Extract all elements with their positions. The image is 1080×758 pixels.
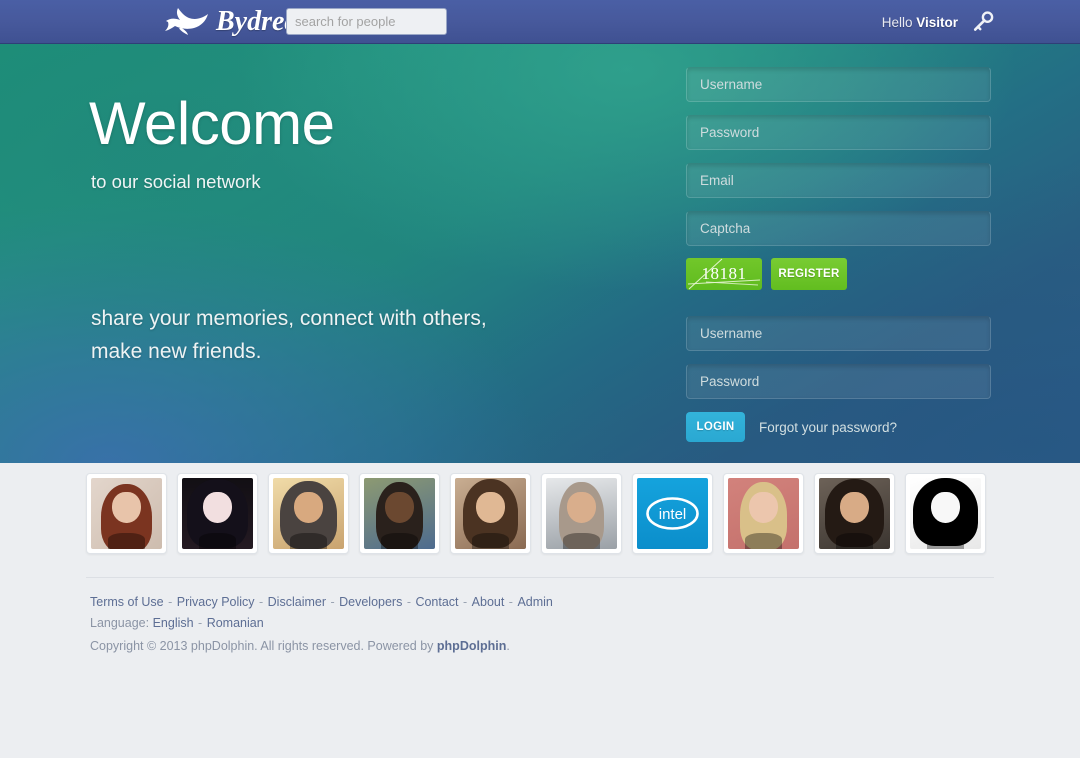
captcha-row: 18181 REGISTER <box>686 258 847 290</box>
footer-link-separator: - <box>327 595 339 609</box>
footer-link-disclaimer[interactable]: Disclaimer <box>268 595 326 609</box>
avatar-photo <box>273 478 344 549</box>
lower-container: intel Terms of Use - Privacy Policy - Di… <box>86 463 994 657</box>
footer-link-separator: - <box>505 595 517 609</box>
language-row: Language: English - Romanian <box>90 613 994 634</box>
avatar-3[interactable] <box>268 473 349 554</box>
powered-by-link[interactable]: phpDolphin <box>437 639 506 653</box>
page-title: Welcome <box>89 90 335 157</box>
register-captcha-input[interactable] <box>686 211 991 246</box>
avatar-7[interactable]: intel <box>632 473 713 554</box>
header-container: Bydread Hello Visitor <box>86 0 994 44</box>
footer-link-separator: - <box>403 595 415 609</box>
language-list: English - Romanian <box>153 616 264 630</box>
svg-text:intel: intel <box>659 506 687 523</box>
registration-form <box>686 67 991 259</box>
login-username-input[interactable] <box>686 316 991 351</box>
tagline-line-1: share your memories, connect with others… <box>91 307 487 330</box>
footer-link-privacy-policy[interactable]: Privacy Policy <box>177 595 255 609</box>
login-actions-row: LOGIN Forgot your password? <box>686 412 991 442</box>
footer-link-contact[interactable]: Contact <box>415 595 458 609</box>
register-button[interactable]: REGISTER <box>771 258 847 290</box>
avatar-photo <box>364 478 435 549</box>
avatar-photo <box>546 478 617 549</box>
login-password-input[interactable] <box>686 364 991 399</box>
avatar-9[interactable] <box>814 473 895 554</box>
copyright-period: . <box>506 639 510 653</box>
avatar-4[interactable] <box>359 473 440 554</box>
avatar-10[interactable] <box>905 473 986 554</box>
language-label: Language: <box>90 616 150 630</box>
top-header-bar: Bydread Hello Visitor <box>0 0 1080 44</box>
intel-logo-icon: intel <box>646 497 699 530</box>
avatar-6[interactable] <box>541 473 622 554</box>
register-email-input[interactable] <box>686 163 991 198</box>
register-password-input[interactable] <box>686 115 991 150</box>
language-option-romanian[interactable]: Romanian <box>207 616 264 630</box>
tagline-line-2: make new friends. <box>91 340 262 363</box>
greeting-text: Hello Visitor <box>882 15 958 30</box>
avatar-photo <box>455 478 526 549</box>
footer-link-separator: - <box>164 595 176 609</box>
avatar-photo <box>728 478 799 549</box>
footer-link-terms-of-use[interactable]: Terms of Use <box>90 595 164 609</box>
key-icon[interactable] <box>972 11 994 33</box>
member-avatars-row: intel <box>86 463 994 554</box>
language-option-english[interactable]: English <box>153 616 194 630</box>
avatar-5[interactable] <box>450 473 531 554</box>
avatar-2[interactable] <box>177 473 258 554</box>
captcha-image[interactable]: 18181 <box>686 258 762 290</box>
footer-link-separator: - <box>459 595 471 609</box>
avatar-photo: intel <box>637 478 708 549</box>
footer: Terms of Use - Privacy Policy - Disclaim… <box>86 578 994 657</box>
footer-link-separator: - <box>255 595 267 609</box>
avatar-1[interactable] <box>86 473 167 554</box>
footer-links-row: Terms of Use - Privacy Policy - Disclaim… <box>90 592 994 613</box>
avatar-8[interactable] <box>723 473 804 554</box>
hero-container: Welcome to our social network share your… <box>86 44 994 463</box>
forgot-password-link[interactable]: Forgot your password? <box>759 420 897 435</box>
avatar-photo <box>910 478 981 549</box>
language-separator: - <box>194 616 206 630</box>
copyright-row: Copyright © 2013 phpDolphin. All rights … <box>90 634 994 657</box>
greeting-username: Visitor <box>916 14 958 30</box>
avatar-photo <box>819 478 890 549</box>
footer-link-admin[interactable]: Admin <box>517 595 552 609</box>
register-username-input[interactable] <box>686 67 991 102</box>
lower-section: intel Terms of Use - Privacy Policy - Di… <box>0 463 1080 657</box>
copyright-text: Copyright © 2013 phpDolphin. All rights … <box>90 639 437 653</box>
avatar-photo <box>91 478 162 549</box>
footer-link-about[interactable]: About <box>472 595 505 609</box>
captcha-noise-lines <box>687 258 761 290</box>
user-greeting-area: Hello Visitor <box>882 0 994 44</box>
page-subtitle: to our social network <box>91 171 261 192</box>
dolphin-icon <box>165 8 208 35</box>
avatar-photo <box>182 478 253 549</box>
hero-section: Welcome to our social network share your… <box>0 44 1080 463</box>
search-input[interactable] <box>286 8 447 35</box>
greeting-prefix: Hello <box>881 14 917 30</box>
login-form: LOGIN Forgot your password? <box>686 316 991 442</box>
footer-link-developers[interactable]: Developers <box>339 595 402 609</box>
login-button[interactable]: LOGIN <box>686 412 745 442</box>
hero-tagline: share your memories, connect with others… <box>91 302 487 368</box>
